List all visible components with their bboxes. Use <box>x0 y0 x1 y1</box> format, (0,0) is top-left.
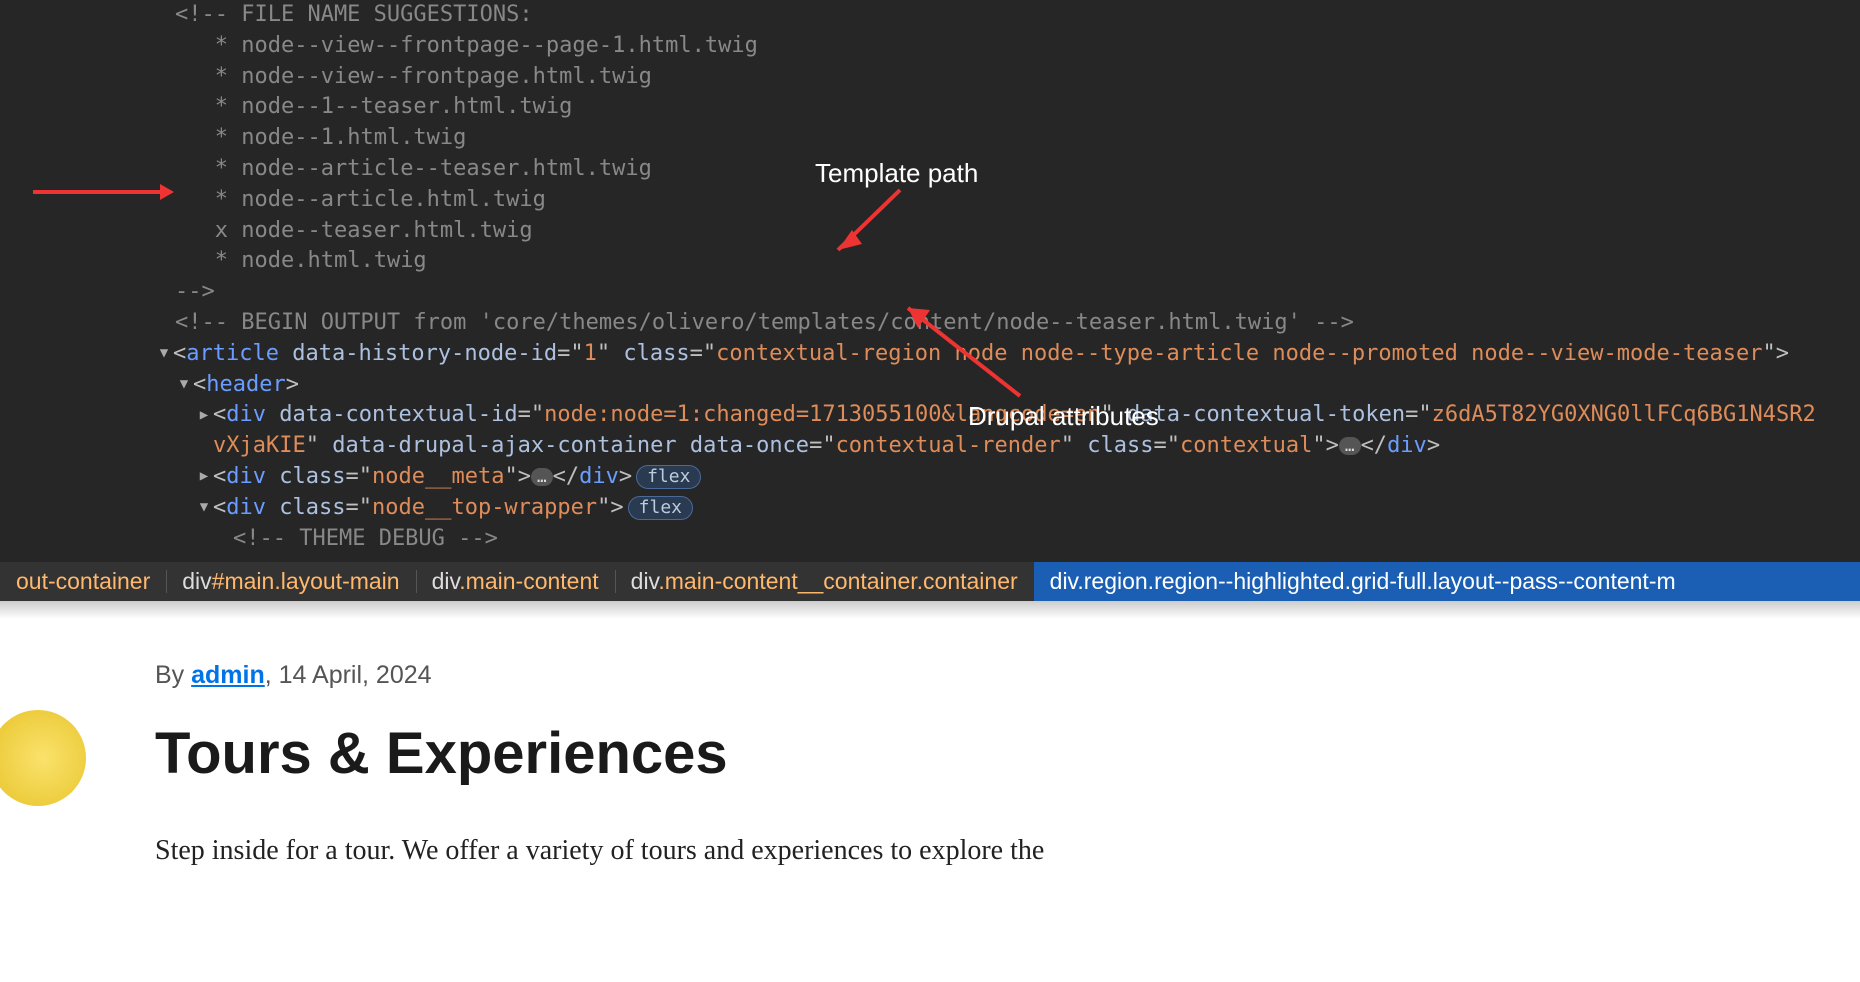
crumb-container[interactable]: div.main-content__container.container <box>615 562 1034 601</box>
disclosure-down-icon[interactable]: ▼ <box>175 375 193 395</box>
suggestion-5: * node--article.html.twig <box>175 185 1860 216</box>
flex-badge[interactable]: flex <box>636 465 701 489</box>
disclosure-down-icon[interactable]: ▼ <box>195 498 213 518</box>
ellipsis-badge[interactable]: … <box>1339 437 1361 455</box>
code-html-tree[interactable]: <!-- FILE NAME SUGGESTIONS: * node--view… <box>0 0 1860 554</box>
file-suggestions-close: --> <box>175 277 1860 308</box>
page-preview: By admin, 14 April, 2024 Tours & Experie… <box>0 601 1860 881</box>
flex-badge[interactable]: flex <box>628 496 693 520</box>
annotation-arrow-suggestion <box>33 190 168 194</box>
begin-output-comment: <!-- BEGIN OUTPUT from 'core/themes/oliv… <box>175 308 1860 339</box>
crumb-main[interactable]: div#main.layout-main <box>166 562 415 601</box>
disclosure-down-icon[interactable]: ▼ <box>155 344 173 364</box>
theme-debug-comment: <!-- THEME DEBUG --> <box>233 524 1860 555</box>
suggestion-1: * node--view--frontpage.html.twig <box>175 62 1860 93</box>
file-suggestions-open: <!-- FILE NAME SUGGESTIONS: <box>175 0 1860 31</box>
annotation-template-path: Template path <box>815 155 978 191</box>
byline: By admin, 14 April, 2024 <box>155 661 1355 690</box>
disclosure-right-icon[interactable]: ▶ <box>195 406 213 426</box>
crumb-out-container[interactable]: out-container <box>0 562 166 601</box>
contextual-div-line2[interactable]: vXjaKIE" data-drupal-ajax-container data… <box>213 431 1860 462</box>
avatar <box>0 710 86 806</box>
suggestion-6-active: x node--teaser.html.twig <box>175 216 1860 247</box>
header-open-tag[interactable]: ▼<header> <box>175 370 1860 401</box>
suggestion-3: * node--1.html.twig <box>175 123 1860 154</box>
crumb-region-highlighted[interactable]: div.region.region--highlighted.grid-full… <box>1034 562 1860 601</box>
node-top-wrapper-div[interactable]: ▼<div class="node__top-wrapper">flex <box>195 493 1860 524</box>
devtools-panel: Template path Drupal attributes <!-- FIL… <box>0 0 1860 562</box>
dom-breadcrumb[interactable]: out-container div#main.layout-main div.m… <box>0 562 1860 601</box>
ellipsis-badge[interactable]: … <box>531 468 553 486</box>
suggestion-7: * node.html.twig <box>175 246 1860 277</box>
crumb-main-content[interactable]: div.main-content <box>416 562 615 601</box>
page-title: Tours & Experiences <box>155 720 1355 787</box>
suggestion-4: * node--article--teaser.html.twig <box>175 154 1860 185</box>
annotation-drupal-attributes: Drupal attributes <box>968 398 1159 434</box>
body-text: Step inside for a tour. We offer a varie… <box>155 831 1355 870</box>
node-meta-div[interactable]: ▶<div class="node__meta">…</div>flex <box>195 462 1860 493</box>
suggestion-0: * node--view--frontpage--page-1.html.twi… <box>175 31 1860 62</box>
article-open-tag[interactable]: ▼<article data-history-node-id="1" class… <box>155 339 1860 370</box>
author-link[interactable]: admin <box>191 661 265 689</box>
suggestion-2: * node--1--teaser.html.twig <box>175 92 1860 123</box>
disclosure-right-icon[interactable]: ▶ <box>195 467 213 487</box>
